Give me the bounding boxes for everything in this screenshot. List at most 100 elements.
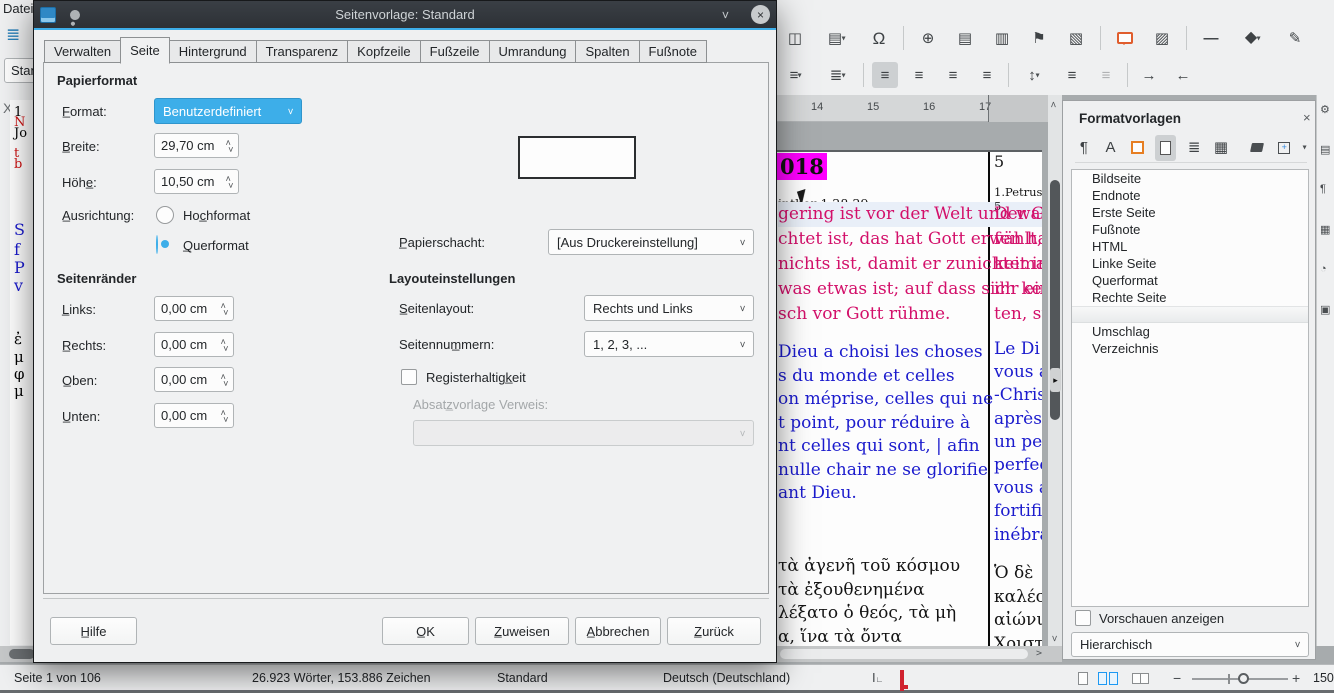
navigator-deck-icon[interactable]: ▣ <box>1320 303 1330 316</box>
papierschacht-dropdown[interactable]: [Aus Druckereinstellung] > <box>548 229 754 255</box>
tab-kopfzeile[interactable]: Kopfzeile <box>347 40 420 63</box>
ok-button[interactable]: O̲K <box>382 617 469 645</box>
rechts-spinner[interactable]: 0,00 cm >> <box>154 332 234 357</box>
sidebar-settings-icon[interactable]: ⚙ <box>1320 103 1330 116</box>
tab-verwalten[interactable]: Verwalten <box>44 40 121 63</box>
status-page[interactable]: Seite 1 von 106 <box>14 671 101 685</box>
spin-buttons[interactable]: >> <box>222 302 227 316</box>
list-styles-icon[interactable]: ≣ <box>1185 135 1203 161</box>
registerhaltigkeit-checkbox[interactable] <box>401 369 417 385</box>
page-deck-icon[interactable]: ¶ <box>1320 183 1326 195</box>
scroll-down-arrow-icon[interactable]: > <box>1049 635 1060 641</box>
zuweisen-button[interactable]: Z̲uweisen <box>475 617 569 645</box>
scrollbar-groove[interactable] <box>780 649 1028 659</box>
insert-comment-icon[interactable] <box>1112 25 1138 51</box>
styles-deck-icon[interactable]: ▦ <box>1320 223 1330 236</box>
table-styles-icon[interactable]: ▦ <box>1212 135 1230 161</box>
seitenlayout-dropdown[interactable]: Rechts und Links > <box>584 295 754 321</box>
links-spinner[interactable]: 0,00 cm >> <box>154 296 234 321</box>
paragraph-styles-icon[interactable]: ¶ <box>1075 135 1093 161</box>
page-break-icon[interactable]: ◫ <box>782 25 808 51</box>
single-page-view-icon[interactable] <box>1078 672 1088 685</box>
style-item[interactable]: Endnote <box>1072 187 1308 204</box>
tab-spalten[interactable]: Spalten <box>575 40 639 63</box>
style-item[interactable]: Umschlag <box>1072 323 1308 340</box>
properties-deck-icon[interactable]: ▤ <box>1320 143 1330 156</box>
style-item[interactable]: Fußnote <box>1072 221 1308 238</box>
new-style-from-selection-icon[interactable]: + <box>1274 135 1293 161</box>
horizontal-line-icon[interactable]: — <box>1198 25 1224 51</box>
format-paragraph-icon[interactable]: ≣ <box>6 25 20 45</box>
sidebar-collapse-handle[interactable]: ▸ <box>1050 368 1061 392</box>
zoom-in-icon[interactable]: + <box>1292 670 1300 686</box>
spin-buttons[interactable]: >> <box>227 175 232 189</box>
numbered-list-icon[interactable]: ≣▸ <box>821 62 855 88</box>
decrease-indent-icon[interactable]: ← <box>1170 62 1196 88</box>
basic-shapes-icon[interactable]: ◆▸ <box>1235 25 1271 51</box>
spin-buttons[interactable]: >> <box>222 409 227 423</box>
document-page[interactable]: 018 inther 1,28-29 gering ist vor der We… <box>777 150 1042 646</box>
tab-umrandung[interactable]: Umrandung <box>489 40 577 63</box>
spin-buttons[interactable]: >> <box>227 139 232 153</box>
unten-spinner[interactable]: 0,00 cm >> <box>154 403 234 428</box>
preview-checkbox[interactable] <box>1075 610 1091 626</box>
style-item[interactable]: Erste Seite <box>1072 204 1308 221</box>
insert-footnote-icon[interactable]: ▤ <box>952 25 978 51</box>
hoehe-spinner[interactable]: 10,50 cm >> <box>154 169 239 194</box>
document-area[interactable]: 018 inther 1,28-29 gering ist vor der We… <box>777 123 1048 646</box>
align-center-icon[interactable]: ≡ <box>906 62 932 88</box>
paragraph-spacing-decrease-icon[interactable]: ≡ <box>1093 62 1119 88</box>
show-draw-functions-icon[interactable]: ✎ <box>1282 25 1308 51</box>
track-changes-icon[interactable]: ▨ <box>1149 25 1175 51</box>
style-item[interactable]: Querformat <box>1072 272 1308 289</box>
status-page-style[interactable]: Standard <box>497 671 548 685</box>
spin-buttons[interactable]: >> <box>222 338 227 352</box>
style-item[interactable]: Linke Seite <box>1072 255 1308 272</box>
dialog-titlebar[interactable]: Seitenvorlage: Standard > × <box>34 1 776 28</box>
cross-reference-icon[interactable]: ▧ <box>1063 25 1089 51</box>
spin-buttons[interactable]: >> <box>222 373 227 387</box>
scrollbar-thumb[interactable] <box>9 649 35 659</box>
menu-file[interactable]: Datei <box>3 1 33 16</box>
line-spacing-icon[interactable]: ↕▸ <box>1017 62 1051 88</box>
character-styles-icon[interactable]: A <box>1102 135 1120 161</box>
book-view-icon[interactable] <box>1132 673 1149 684</box>
horizontal-ruler[interactable]: 14 15 16 17 <box>777 95 1048 122</box>
style-item[interactable]: Bildseite <box>1072 170 1308 187</box>
oben-spinner[interactable]: 0,00 cm >> <box>154 367 234 392</box>
insert-endnote-icon[interactable]: ▥ <box>989 25 1015 51</box>
shade-chevron-icon[interactable]: > <box>718 11 732 18</box>
querformat-radio[interactable] <box>156 235 158 254</box>
zoom-slider-knob[interactable] <box>1238 673 1249 684</box>
format-dropdown[interactable]: Benutzerdefiniert > <box>154 98 302 124</box>
insert-bookmark-icon[interactable]: ⚑ <box>1026 25 1052 51</box>
gallery-deck-icon[interactable]: ◔ <box>1320 263 1327 275</box>
style-item[interactable]: Verzeichnis <box>1072 340 1308 357</box>
tab-seite[interactable]: Seite <box>120 37 170 64</box>
hochformat-radio[interactable] <box>156 206 174 224</box>
selection-mode-icon[interactable]: I∟ <box>872 670 883 685</box>
tab-fussnote[interactable]: Fußnote <box>639 40 707 63</box>
scroll-right-arrow-icon[interactable]: > <box>1036 648 1042 659</box>
hilfe-button[interactable]: H̲ilfe <box>50 617 137 645</box>
styles-filter-dropdown[interactable]: Hierarchisch > <box>1071 632 1309 657</box>
style-item-selected[interactable] <box>1072 306 1308 323</box>
justify-icon[interactable]: ≡ <box>974 62 1000 88</box>
status-word-count[interactable]: 26.923 Wörter, 153.886 Zeichen <box>252 671 431 685</box>
zoom-percent[interactable]: 150 <box>1313 671 1334 685</box>
special-character-icon[interactable]: Ω <box>866 25 892 51</box>
status-language[interactable]: Deutsch (Deutschland) <box>663 671 790 685</box>
breite-spinner[interactable]: 29,70 cm >> <box>154 133 239 158</box>
insert-field-icon[interactable]: ▤▸ <box>819 25 855 51</box>
zoom-out-icon[interactable]: − <box>1173 670 1181 686</box>
frame-styles-icon[interactable] <box>1128 135 1146 161</box>
fill-format-mode-icon[interactable] <box>1248 135 1266 161</box>
seitennummern-dropdown[interactable]: 1, 2, 3, ... > <box>584 331 754 357</box>
increase-indent-icon[interactable]: → <box>1136 62 1162 88</box>
styles-action-menu-icon[interactable]: ▸ <box>1300 145 1309 149</box>
align-right-icon[interactable]: ≡ <box>940 62 966 88</box>
tab-fusszeile[interactable]: Fußzeile <box>420 40 490 63</box>
paragraph-style-combo[interactable]: Standard <box>4 58 33 83</box>
tab-hintergrund[interactable]: Hintergrund <box>169 40 257 63</box>
align-left-icon[interactable]: ≡ <box>872 62 898 88</box>
